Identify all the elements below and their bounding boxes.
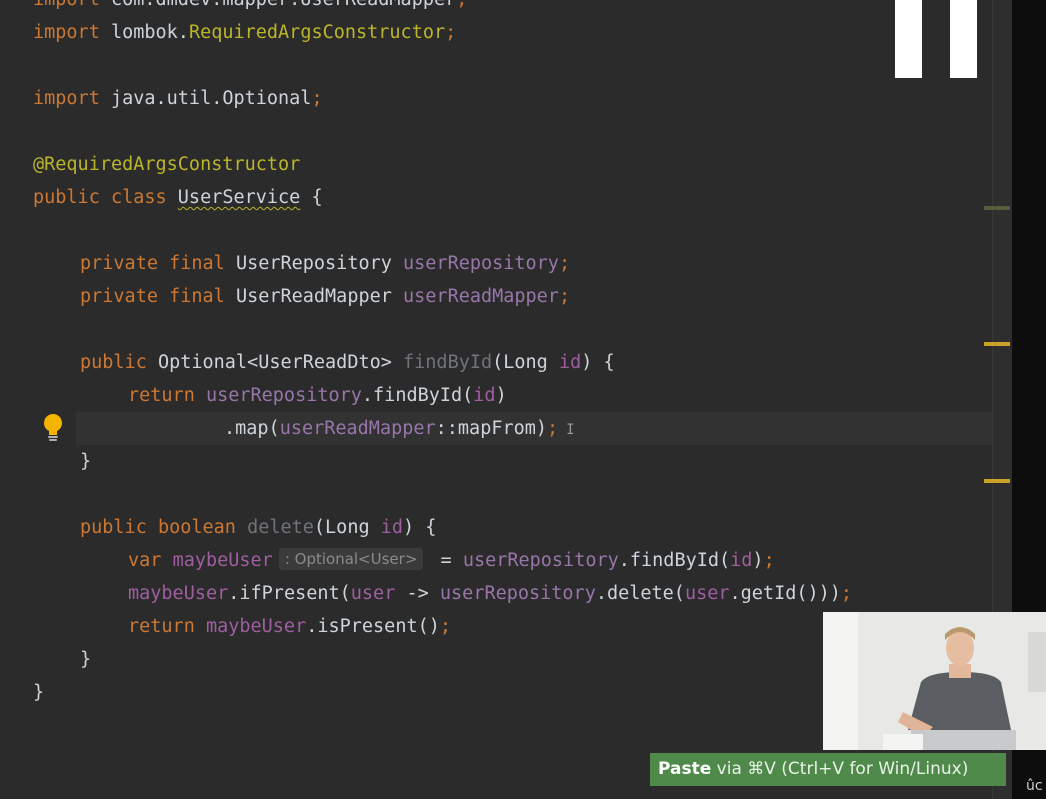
code-line[interactable]: public class UserService { (0, 181, 992, 214)
code-line[interactable]: var maybeUser: Optional<User> = userRepo… (0, 544, 992, 577)
scroll-marker[interactable] (984, 342, 1010, 346)
code-line[interactable]: } (0, 445, 992, 478)
code-line[interactable]: maybeUser.ifPresent(user -> userReposito… (0, 577, 992, 610)
class-name[interactable]: UserService (178, 187, 301, 208)
annotation: @RequiredArgsConstructor (33, 154, 301, 175)
paste-shortcut-hint: Paste via ⌘V (Ctrl+V for Win/Linux) (650, 753, 1006, 786)
method-name: findById (403, 352, 493, 373)
code-line[interactable]: public Optional<UserReadDto> findById(Lo… (0, 346, 992, 379)
type-inlay-hint: : Optional<User> (278, 548, 424, 570)
lightbulb-icon[interactable] (42, 413, 64, 443)
scroll-marker[interactable] (984, 206, 1010, 210)
code-line[interactable]: @RequiredArgsConstructor (0, 148, 992, 181)
text-cursor-icon: I (566, 422, 575, 438)
method-name: delete (247, 517, 314, 538)
code-line[interactable]: import com.dmdev.mapper.UserReadMapper; (0, 0, 992, 16)
keyword: import (33, 0, 100, 10)
code-line[interactable]: return userRepository.findById(id) (0, 379, 992, 412)
code-line[interactable]: import java.util.Optional; (0, 82, 992, 115)
code-line[interactable]: private final UserRepository userReposit… (0, 247, 992, 280)
code-line[interactable]: import lombok.RequiredArgsConstructor; (0, 16, 992, 49)
corner-watermark: ûc (1026, 778, 1043, 794)
current-code-line[interactable]: .map(userReadMapper::mapFrom); I (76, 412, 992, 445)
code-line[interactable]: public boolean delete(Long id) { (0, 511, 992, 544)
scroll-marker[interactable] (984, 479, 1010, 483)
webcam-video (823, 612, 1046, 750)
code-line[interactable]: private final UserReadMapper userReadMap… (0, 280, 992, 313)
